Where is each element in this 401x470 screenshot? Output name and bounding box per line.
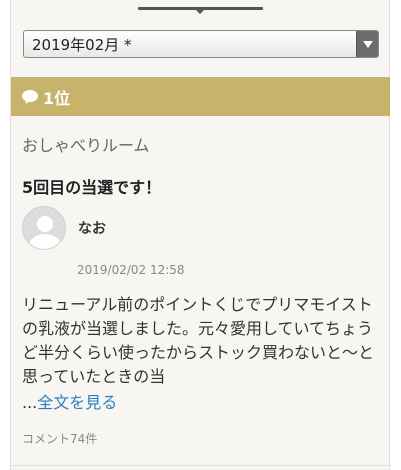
post-body: リニューアル前のポイントくじでプリマモイストの乳液が当選しました。元々愛用してい… — [22, 295, 375, 386]
avatar-head-icon — [37, 216, 53, 232]
rank-label: 1位 — [43, 88, 71, 108]
page: 2019年02月 * 1位 おしゃべりルーム 5回目の当選です！ なお 2019… — [0, 0, 401, 470]
post-category[interactable]: おしゃべりルーム — [22, 132, 150, 156]
rank-header: 1位 — [11, 77, 390, 116]
month-select-value: 2019年02月 * — [32, 35, 132, 54]
post-username[interactable]: なお — [78, 218, 106, 238]
read-more-row: ...全文を見る — [22, 389, 117, 413]
speech-bubble-icon — [22, 90, 38, 103]
comment-count[interactable]: コメント74件 — [22, 430, 97, 447]
dropdown-arrow-icon[interactable] — [356, 31, 378, 57]
post-timestamp: 2019/02/02 12:58 — [77, 263, 185, 277]
top-tab-indicator[interactable] — [138, 0, 263, 14]
read-more-link[interactable]: 全文を見る — [37, 393, 117, 412]
avatar-body-icon — [29, 234, 61, 249]
avatar[interactable] — [22, 206, 66, 250]
post-title[interactable]: 5回目の当選です！ — [22, 174, 161, 198]
chevron-down-icon — [194, 8, 206, 14]
month-select[interactable]: 2019年02月 * — [23, 30, 379, 58]
divider — [10, 465, 391, 466]
ellipsis: ... — [22, 393, 38, 412]
